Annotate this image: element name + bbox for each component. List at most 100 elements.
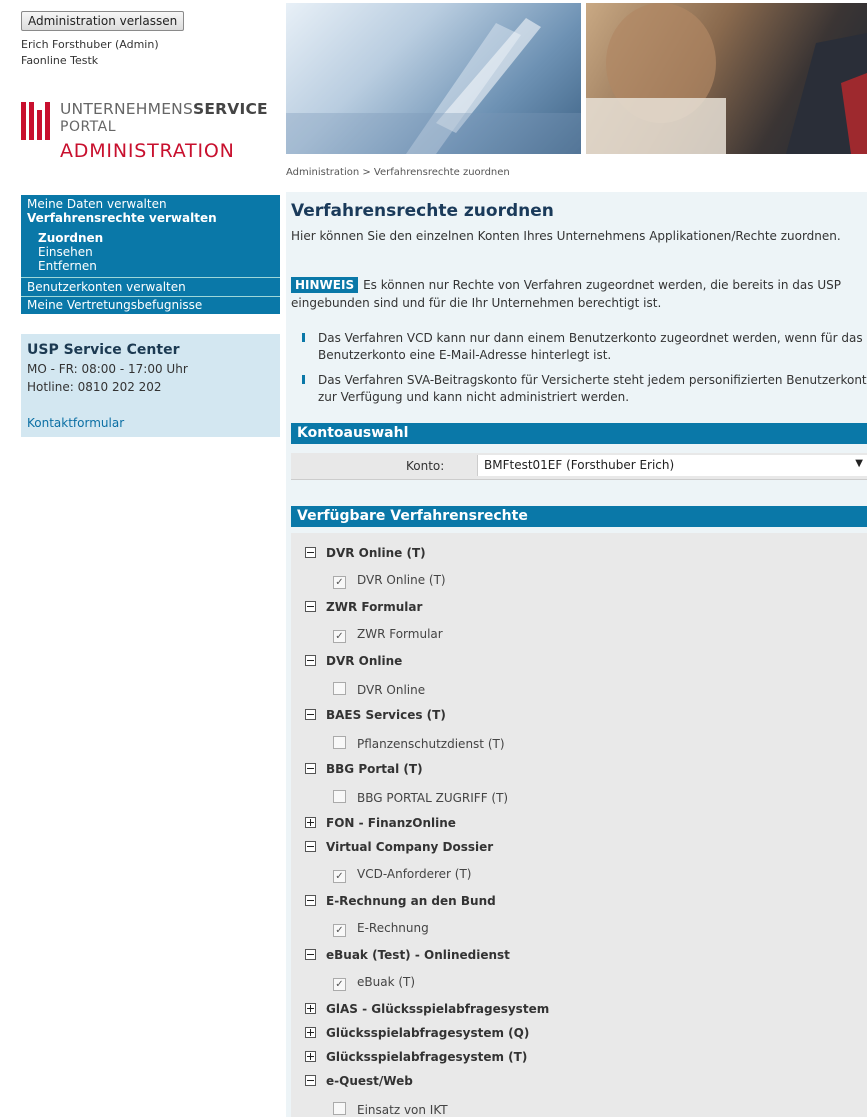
tree-group-label: E-Rechnung an den Bund: [326, 894, 496, 908]
sidebar-divider: [21, 277, 280, 278]
collapse-icon[interactable]: [305, 763, 316, 774]
tree-item: Einsatz von IKT: [333, 1101, 448, 1117]
breadcrumb: Administration > Verfahrensrechte zuordn…: [286, 167, 510, 178]
tree-group-label: DVR Online: [326, 654, 403, 668]
service-title: USP Service Center: [27, 342, 180, 358]
note-sva: Das Verfahren SVA-Beitragskonto für Vers…: [302, 372, 867, 406]
header-banner: [286, 3, 867, 154]
collapse-icon[interactable]: [305, 1075, 316, 1086]
tree-group: Glücksspielabfragesystem (T): [305, 1050, 527, 1064]
collapse-icon[interactable]: [305, 709, 316, 720]
permission-checkbox[interactable]: ✓: [333, 924, 346, 937]
sidebar-subitem-einsehen[interactable]: Einsehen: [21, 245, 280, 259]
permission-checkbox[interactable]: ✓: [333, 978, 346, 991]
logo-line3: ADMINISTRATION: [60, 140, 235, 162]
permission-label: Einsatz von IKT: [357, 1103, 448, 1117]
main-content: Verfahrensrechte zuordnen Hier können Si…: [286, 192, 867, 1117]
expand-icon[interactable]: [305, 1027, 316, 1038]
collapse-icon[interactable]: [305, 949, 316, 960]
bullet-icon: [302, 333, 305, 342]
tree-group: FON - FinanzOnline: [305, 816, 456, 830]
verfuegbare-verfahrensrechte-header: Verfügbare Verfahrensrechte: [291, 506, 867, 527]
permission-checkbox[interactable]: ✓: [333, 630, 346, 643]
organization-name: Faonline Testk: [21, 54, 99, 67]
user-name: Erich Forsthuber (Admin): [21, 38, 159, 51]
sidebar-item-meine-daten[interactable]: Meine Daten verwalten: [21, 197, 280, 211]
hinweis-text: Es können nur Rechte von Verfahren zugeo…: [291, 278, 841, 310]
collapse-icon[interactable]: [305, 841, 316, 852]
konto-select[interactable]: BMFtest01EF (Forsthuber Erich) ▼: [477, 455, 867, 476]
tree-item: ✓ eBuak (T): [333, 975, 416, 991]
tree-item: BBG PORTAL ZUGRIFF (T): [333, 789, 508, 805]
expand-icon[interactable]: [305, 1003, 316, 1014]
expand-icon[interactable]: [305, 817, 316, 828]
tree-group: ZWR Formular: [305, 600, 422, 614]
logo-line1: UNTERNEHMENSSERVICE: [60, 100, 268, 118]
collapse-icon[interactable]: [305, 655, 316, 666]
banner-image-pen: [286, 3, 581, 154]
banner-image-people: [586, 3, 867, 154]
tree-group-label: e-Quest/Web: [326, 1074, 413, 1088]
collapse-icon[interactable]: [305, 895, 316, 906]
tree-group-label: Virtual Company Dossier: [326, 840, 494, 854]
sidebar-item-benutzerkonten[interactable]: Benutzerkonten verwalten: [21, 280, 280, 294]
collapse-icon[interactable]: [305, 601, 316, 612]
tree-item: ✓ ZWR Formular: [333, 627, 443, 643]
chevron-down-icon: ▼: [855, 458, 863, 469]
exit-administration-button[interactable]: Administration verlassen: [21, 11, 185, 31]
tree-group-label: Glücksspielabfragesystem (T): [326, 1050, 528, 1064]
sidebar-nav: Meine Daten verwalten Verfahrensrechte v…: [21, 195, 280, 314]
tree-group-label: BBG Portal (T): [326, 762, 423, 776]
konto-label: Konto:: [406, 459, 445, 473]
collapse-icon[interactable]: [305, 547, 316, 558]
tree-group-label: FON - FinanzOnline: [326, 816, 456, 830]
permission-label: VCD-Anforderer (T): [357, 867, 472, 881]
tree-group: BAES Services (T): [305, 708, 446, 722]
service-center-box: USP Service Center MO - FR: 08:00 - 17:0…: [21, 334, 280, 437]
expand-icon[interactable]: [305, 1051, 316, 1062]
permission-checkbox[interactable]: [333, 736, 346, 749]
intro-text: Hier können Sie den einzelnen Konten Ihr…: [291, 229, 841, 243]
permission-label: E-Rechnung: [357, 921, 429, 935]
sidebar-item-vertretungsbefugnisse[interactable]: Meine Vertretungsbefugnisse: [21, 298, 280, 312]
konto-select-value: BMFtest01EF (Forsthuber Erich): [484, 458, 675, 472]
verfahrensrechte-tree: DVR Online (T) ✓ DVR Online (T) ZWR Formula…: [291, 533, 867, 1117]
permission-label: Pflanzenschutzdienst (T): [357, 737, 505, 751]
tree-group: E-Rechnung an den Bund: [305, 894, 496, 908]
tree-group: Virtual Company Dossier: [305, 840, 493, 854]
service-hours: MO - FR: 08:00 - 17:00 Uhr: [27, 362, 188, 376]
tree-item: DVR Online: [333, 681, 425, 697]
permission-label: eBuak (T): [357, 975, 416, 989]
tree-group-label: GlAS - Glücksspielabfragesystem: [326, 1002, 550, 1016]
tree-item: ✓ DVR Online (T): [333, 573, 446, 589]
tree-group: GlAS - Glücksspielabfragesystem: [305, 1002, 549, 1016]
pen-illustration: [286, 18, 581, 154]
permission-checkbox[interactable]: ✓: [333, 870, 346, 883]
permission-label: ZWR Formular: [357, 627, 443, 641]
service-hotline: Hotline: 0810 202 202: [27, 380, 162, 394]
permission-checkbox[interactable]: [333, 682, 346, 695]
logo-line2: PORTAL: [60, 119, 117, 135]
tree-group: DVR Online: [305, 654, 402, 668]
tree-group: eBuak (Test) - Onlinedienst: [305, 948, 510, 962]
permission-checkbox[interactable]: [333, 1102, 346, 1115]
tree-group: DVR Online (T): [305, 546, 426, 560]
sidebar-divider: [21, 296, 280, 297]
bullet-icon: [302, 375, 305, 384]
tree-group: Glücksspielabfragesystem (Q): [305, 1026, 529, 1040]
sidebar-subitem-zuordnen[interactable]: Zuordnen: [21, 231, 280, 245]
sidebar-item-verfahrensrechte[interactable]: Verfahrensrechte verwalten: [21, 211, 280, 225]
page-title: Verfahrensrechte zuordnen: [291, 201, 554, 221]
permission-label: DVR Online: [357, 683, 426, 697]
kontoauswahl-row: Konto: BMFtest01EF (Forsthuber Erich) ▼: [291, 453, 867, 480]
permission-checkbox[interactable]: [333, 790, 346, 803]
people-illustration: [586, 3, 867, 154]
kontoauswahl-header: Kontoauswahl: [291, 423, 867, 444]
logo-bars-icon: [21, 102, 63, 140]
sidebar-subitem-entfernen[interactable]: Entfernen: [21, 259, 280, 273]
note-vcd: Das Verfahren VCD kann nur dann einem Be…: [302, 330, 867, 364]
tree-group-label: BAES Services (T): [326, 708, 446, 722]
kontaktformular-link[interactable]: Kontaktformular: [27, 416, 124, 430]
tree-item: Pflanzenschutzdienst (T): [333, 735, 505, 751]
permission-checkbox[interactable]: ✓: [333, 576, 346, 589]
